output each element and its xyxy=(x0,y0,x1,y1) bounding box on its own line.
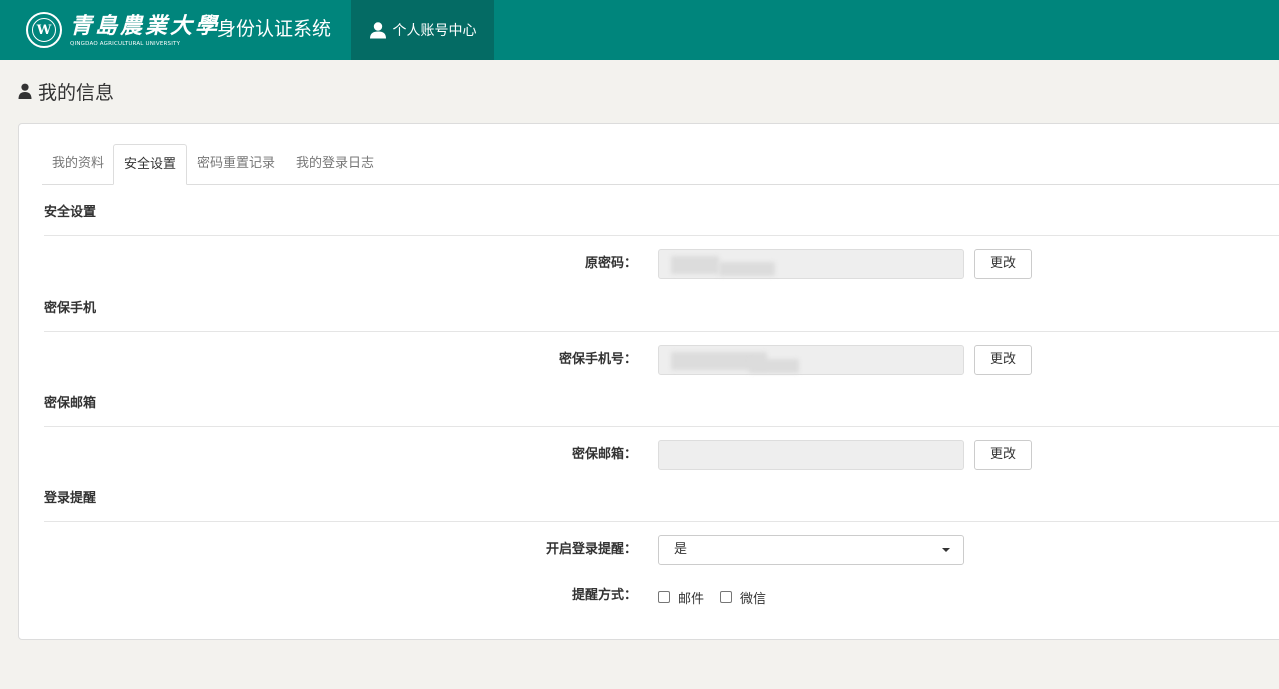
university-logo[interactable]: W 青島農業大學 QINGDAO AGRICULTURAL UNIVERSITY xyxy=(26,9,220,51)
tab-login-log[interactable]: 我的登录日志 xyxy=(286,144,384,184)
nav-account-label: 个人账号中心 xyxy=(392,23,477,39)
section-title-phone: 密保手机 xyxy=(44,298,1279,332)
section-title-email: 密保邮箱 xyxy=(44,393,1279,427)
security-email-label: 密保邮箱： xyxy=(571,447,637,462)
page-title-text: 我的信息 xyxy=(38,81,115,104)
email-checkbox[interactable] xyxy=(658,591,670,603)
nav-account-center[interactable]: 个人账号中心 xyxy=(351,0,494,60)
section-title-security: 安全设置 xyxy=(44,202,1279,236)
caret-down-icon xyxy=(942,548,950,552)
security-phone-field[interactable] xyxy=(658,345,964,375)
user-icon xyxy=(18,83,32,99)
security-email-field[interactable] xyxy=(658,440,964,470)
change-email-button[interactable]: 更改 xyxy=(974,440,1032,470)
security-phone-label: 密保手机号： xyxy=(558,352,637,367)
school-name-cn: 青島農業大學 xyxy=(70,12,221,39)
email-checkbox-label: 邮件 xyxy=(678,591,705,607)
tab-security-settings[interactable]: 安全设置 xyxy=(113,144,188,185)
alert-method-wechat[interactable]: 微信 xyxy=(720,588,766,607)
tab-password-reset-records[interactable]: 密码重置记录 xyxy=(187,144,285,184)
section-title-login-alert: 登录提醒 xyxy=(44,488,1279,522)
tab-bar: 我的资料 安全设置 密码重置记录 我的登录日志 xyxy=(42,144,1279,185)
info-panel: 我的资料 安全设置 密码重置记录 我的登录日志 安全设置 原密码： 更改 密保手… xyxy=(18,123,1279,640)
university-seal-icon: W xyxy=(26,12,62,48)
top-bar: W 青島農業大學 QINGDAO AGRICULTURAL UNIVERSITY… xyxy=(0,0,1279,60)
login-alert-label: 开启登录提醒： xyxy=(545,542,637,557)
user-icon xyxy=(369,22,386,39)
change-phone-button[interactable]: 更改 xyxy=(974,345,1032,375)
page-title: 我的信息 xyxy=(18,78,114,104)
title-separator: · xyxy=(201,18,208,40)
system-title-text: 身份认证系统 xyxy=(217,18,332,40)
alert-method-email[interactable]: 邮件 xyxy=(658,588,704,607)
wechat-checkbox-label: 微信 xyxy=(740,591,767,607)
change-password-button[interactable]: 更改 xyxy=(974,249,1032,279)
system-title: · 身份认证系统 xyxy=(201,15,331,43)
old-password-label: 原密码： xyxy=(584,256,637,271)
wechat-checkbox[interactable] xyxy=(720,591,733,603)
school-name-en: QINGDAO AGRICULTURAL UNIVERSITY xyxy=(70,40,181,47)
old-password-field[interactable] xyxy=(658,249,964,279)
alert-method-options: 邮件 微信 xyxy=(658,588,782,607)
alert-method-label: 提醒方式： xyxy=(571,588,637,603)
tab-my-profile[interactable]: 我的资料 xyxy=(42,144,114,184)
login-alert-select-value: 是 xyxy=(674,542,688,557)
login-alert-select[interactable]: 是 xyxy=(658,535,964,565)
